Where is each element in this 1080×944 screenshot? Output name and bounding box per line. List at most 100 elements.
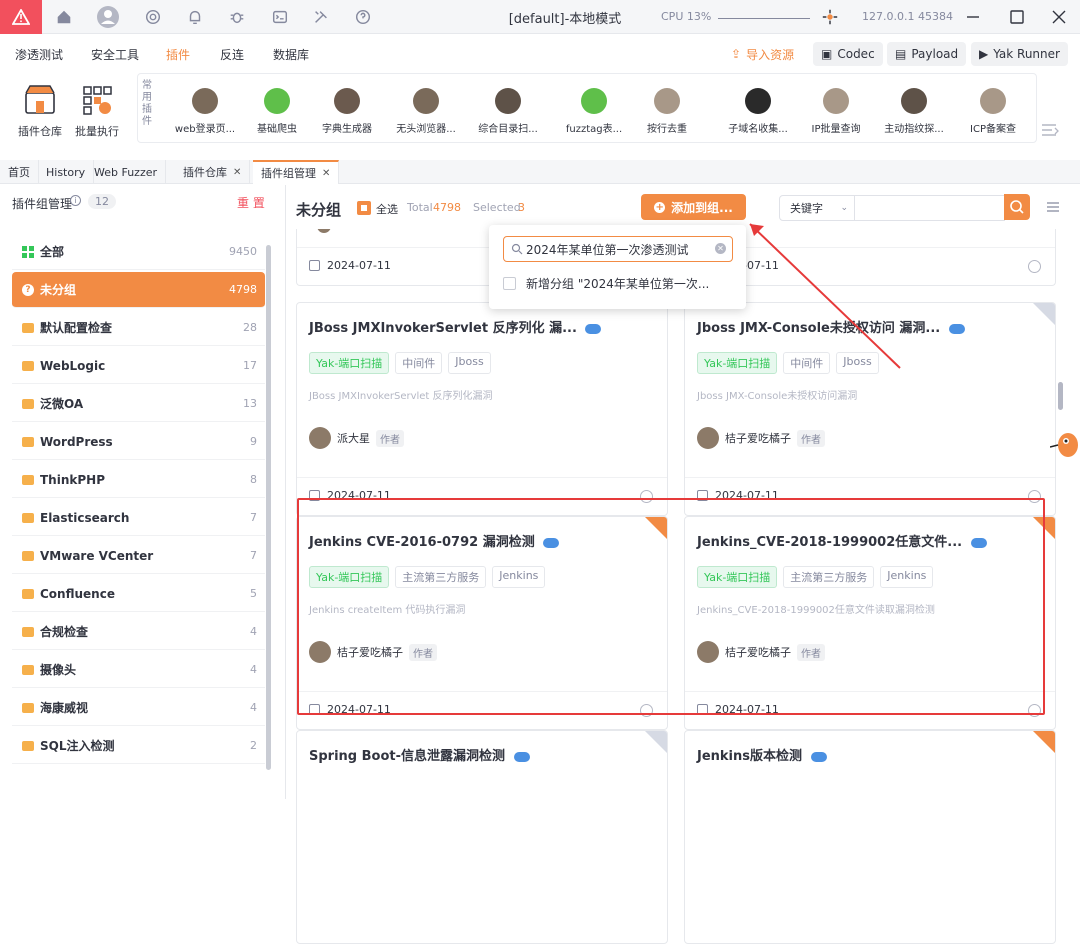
close-tab-icon[interactable]: ✕ — [233, 167, 241, 178]
minimize-button[interactable] — [962, 6, 984, 28]
menu-database[interactable]: 数据库 — [273, 46, 309, 63]
sidebar-item-group[interactable]: ThinkPHP 8 — [12, 462, 265, 498]
plugin-card[interactable]: JBoss JMXInvokerServlet 反序列化 漏... Yak-端口… — [296, 302, 668, 516]
plugin-card[interactable]: Jenkins版本检测 — [684, 730, 1056, 944]
sidebar-item-group[interactable]: Confluence 5 — [12, 576, 265, 612]
favorite-plugin[interactable]: 主动指纹探... — [878, 88, 950, 135]
mascot-icon[interactable] — [1049, 425, 1080, 465]
favorite-plugin[interactable]: 无头浏览器... — [390, 88, 462, 135]
tab-plugin-group-manage[interactable]: 插件组管理 ✕ — [253, 160, 340, 184]
favorite-plugin[interactable]: web登录页... — [169, 88, 241, 135]
group-name: SQL注入检测 — [40, 739, 115, 753]
import-resources-button[interactable]: ⇪ 导入资源 — [723, 42, 803, 66]
plugin-repo-button[interactable]: 插件仓库 — [11, 83, 69, 139]
home-icon[interactable] — [54, 7, 74, 27]
sidebar-item-group[interactable]: 海康威视 4 — [12, 690, 265, 726]
select-corner-icon[interactable] — [645, 731, 667, 753]
author-avatar — [697, 427, 719, 449]
folder-icon — [22, 702, 34, 713]
help-icon[interactable] — [353, 7, 373, 27]
favorite-plugin[interactable]: 按行去重 — [631, 88, 703, 135]
plugin-avatar — [654, 88, 680, 114]
group-plugin-count: 17 — [243, 359, 257, 372]
chevron-down-icon: ⌄ — [840, 203, 848, 213]
close-tab-icon[interactable]: ✕ — [322, 168, 330, 179]
import-icon: ⇪ — [731, 47, 742, 61]
gear-icon[interactable] — [143, 7, 163, 27]
sidebar-item-group[interactable]: 泛微OA 13 — [12, 386, 265, 422]
select-all-checkbox[interactable] — [357, 201, 371, 215]
page-tabs: 首页 History Web Fuzzer 插件仓库 ✕ 插件组管理 ✕ — [0, 160, 1080, 184]
favorite-plugin[interactable]: 字典生成器 — [311, 88, 383, 135]
terminal-icon[interactable] — [270, 7, 290, 27]
tab-home[interactable]: 首页 — [0, 160, 39, 184]
selected-count: 3 — [518, 201, 525, 214]
favorite-plugin[interactable]: 综合目录扫... — [472, 88, 544, 135]
batch-execute-button[interactable]: 批量执行 — [68, 83, 126, 139]
yakit-logo-icon[interactable] — [0, 0, 42, 34]
sidebar-item-group[interactable]: 合规检查 4 — [12, 614, 265, 650]
maximize-button[interactable] — [1006, 6, 1028, 28]
select-corner-icon[interactable] — [1033, 731, 1055, 753]
add-to-group-button[interactable]: + 添加到组... — [641, 194, 746, 220]
info-icon[interactable]: i — [70, 195, 81, 206]
new-group-checkbox[interactable] — [503, 277, 516, 290]
author-avatar — [317, 229, 331, 233]
search-button[interactable] — [1004, 194, 1030, 220]
cloud-icon — [810, 751, 827, 762]
sidebar-item-group[interactable]: SQL注入检测 2 — [12, 728, 265, 764]
favorite-plugin[interactable]: IP批量查询 — [800, 88, 872, 135]
reset-button[interactable]: 重 置 — [237, 194, 265, 211]
sidebar-item-group[interactable]: 全部 9450 — [12, 234, 265, 270]
sidebar-item-group[interactable]: WordPress 9 — [12, 424, 265, 460]
plugin-card[interactable]: Spring Boot-信息泄露漏洞检测 — [296, 730, 668, 944]
favorite-plugin[interactable]: fuzztag表... — [558, 88, 630, 135]
sidebar-scrollbar[interactable] — [266, 245, 271, 770]
plugin-avatar — [495, 88, 521, 114]
menu-plugins[interactable]: 插件 — [166, 46, 190, 63]
plugin-description: Jboss JMX-Console未授权访问漏洞 — [697, 391, 858, 402]
store-icon — [23, 83, 57, 117]
favorite-plugin[interactable]: ICP备案查 — [957, 88, 1029, 135]
engine-icon[interactable] — [820, 7, 840, 27]
group-name-input[interactable]: 2024年某单位第一次渗透测试 ✕ — [503, 236, 733, 262]
plugin-avatar — [192, 88, 218, 114]
group-name: Confluence — [40, 586, 115, 601]
tab-web-fuzzer[interactable]: Web Fuzzer — [86, 160, 167, 184]
menu-pentest[interactable]: 渗透测试 — [15, 46, 63, 63]
bug-icon[interactable] — [227, 7, 247, 27]
sidebar-item-group[interactable]: VMware VCenter 7 — [12, 538, 265, 574]
menu-reverse[interactable]: 反连 — [220, 46, 244, 63]
favorite-plugins-strip: 常用插件 web登录页... 基础爬虫 字典生成器 无头浏览器... 综合目录扫… — [137, 73, 1037, 143]
close-window-button[interactable] — [1048, 6, 1070, 28]
select-corner-icon[interactable] — [1033, 303, 1055, 325]
payload-button[interactable]: ▤ Payload — [887, 42, 967, 66]
sidebar-item-group[interactable]: Elasticsearch 7 — [12, 500, 265, 536]
main-scrollbar[interactable] — [1058, 382, 1063, 410]
clear-input-icon[interactable]: ✕ — [715, 243, 726, 254]
group-plugin-count: 4798 — [229, 283, 257, 296]
favorite-plugin[interactable]: 子域名收集... — [722, 88, 794, 135]
menu-security-tools[interactable]: 安全工具 — [91, 46, 139, 63]
plugin-tag: Jboss — [448, 352, 491, 374]
tools-icon[interactable] — [311, 7, 331, 27]
bell-icon[interactable] — [185, 7, 205, 27]
list-menu-icon[interactable] — [1047, 201, 1059, 213]
new-group-option[interactable]: 新增分组 "2024年某单位第一次... — [503, 275, 709, 292]
group-name: 泛微OA — [40, 397, 84, 411]
avatar-icon[interactable] — [96, 5, 120, 29]
codec-button[interactable]: ▣ Codec — [813, 42, 883, 66]
annotation-arrow — [749, 223, 901, 369]
sidebar-item-group[interactable]: ? 未分组 4798 — [12, 272, 265, 308]
view-icon[interactable] — [1028, 260, 1041, 273]
tab-plugin-repo[interactable]: 插件仓库 ✕ — [175, 160, 251, 184]
favorite-plugin[interactable]: 基础爬虫 — [241, 88, 313, 135]
sidebar-item-group[interactable]: 默认配置检查 28 — [12, 310, 265, 346]
yak-runner-button[interactable]: ▶ Yak Runner — [971, 42, 1068, 66]
collapse-toolbar-icon[interactable] — [1040, 121, 1060, 142]
sidebar-item-group[interactable]: 摄像头 4 — [12, 652, 265, 688]
sidebar-item-group[interactable]: WebLogic 17 — [12, 348, 265, 384]
engine-address: 127.0.0.1 45384 — [862, 10, 953, 23]
folder-icon — [22, 360, 34, 371]
cloud-icon — [948, 323, 965, 334]
